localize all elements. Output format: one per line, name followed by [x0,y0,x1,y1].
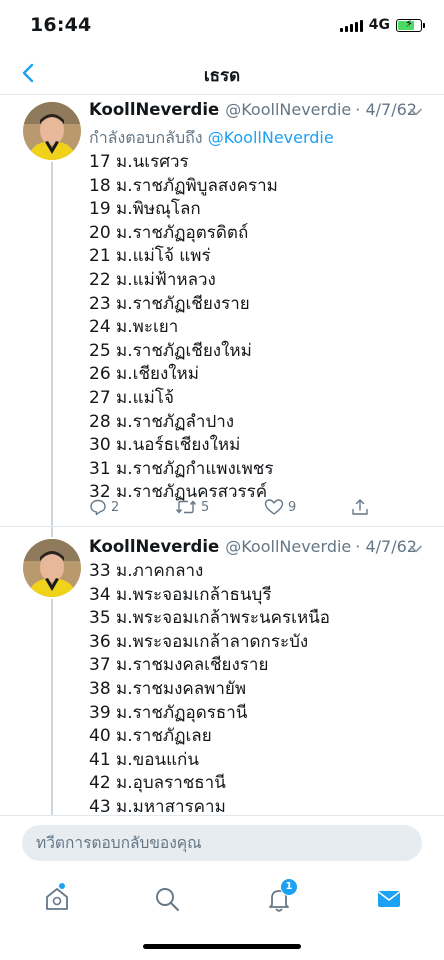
tweet-text-line: 37 ม.ราชมงคลเชียงราย [89,655,269,676]
reply-to-label: กำลังตอบกลับถึง [89,128,203,147]
display-name[interactable]: KoollNeverdie [89,537,219,556]
charging-bolt-icon: ⚡ [405,16,413,30]
reply-icon [90,499,106,516]
tweet-text-line: 26 ม.เชียงใหม่ [89,364,199,385]
tweet-text: 17 ม.นเรศวร 18 ม.ราชภัฏพิบูลสงคราม 19 ม.… [89,151,278,505]
tweet[interactable]: KoollNeverdie @KoollNeverdie · 4/7/62 33… [0,527,444,817]
home-icon [46,888,68,910]
tweet-text-line: 41 ม.ขอนแก่น [89,749,199,770]
retweet-button[interactable]: 5 [175,498,209,516]
display-name[interactable]: KoollNeverdie [89,100,219,119]
tweet-text-line: 30 ม.นอร์ธเชียงใหม่ [89,435,241,456]
like-button[interactable]: 9 [264,498,296,516]
chevron-down-icon[interactable] [408,104,424,120]
tweet[interactable]: KoollNeverdie @KoollNeverdie · 4/7/62 กำ… [0,94,444,526]
battery-icon: ⚡ [396,16,425,32]
tweet-text-line: 42 ม.อุบลราชธานี [89,773,226,794]
tweet-text-line: 39 ม.ราชภัฏอุดรธานี [89,702,248,723]
reply-button[interactable]: 2 [89,498,119,516]
tweet-text-line: 31 ม.ราชภัฏกำแพงเพชร [89,458,274,479]
tweet-text-line: 17 ม.นเรศวร [89,152,189,172]
tweet-header: KoollNeverdie @KoollNeverdie · 4/7/62 [89,537,417,556]
tweet-text-line: 18 ม.ราชภัฏพิบูลสงคราม [89,175,278,196]
thread-connector [51,162,53,526]
reply-context: กำลังตอบกลับถึง @KoollNeverdie [89,126,334,151]
avatar[interactable] [23,539,81,597]
tweet-text-line: 22 ม.แม่ฟ้าหลวง [89,269,216,290]
avatar[interactable] [23,102,81,160]
reply-count: 2 [111,499,120,515]
tab-messages[interactable] [374,884,404,914]
tweet-text-line: 21 ม.แม่โจ้ แพร่ [89,246,211,267]
tab-notifications[interactable]: 1 [264,878,298,914]
tweet-text-line: 19 ม.พิษณุโลก [89,199,201,220]
tab-search[interactable] [152,884,182,914]
reply-input[interactable] [22,825,422,861]
tweet-header: KoollNeverdie @KoollNeverdie · 4/7/62 [89,100,417,119]
tweet-text-line: 23 ม.ราชภัฏเชียงราย [89,293,250,314]
reply-compose-bar [0,815,444,868]
chevron-down-icon[interactable] [408,541,424,557]
page-title: เธรด [203,66,241,86]
status-time: 16:44 [30,14,92,36]
tweet-text-line: 36 ม.พระจอมเกล้าลาดกระบัง [89,631,309,652]
tweet-actions: 2 5 9 [89,498,379,518]
tweet-text-line: 35 ม.พระจอมเกล้าพระนครเหนือ [89,608,330,629]
tweet-text: 33 ม.ภาคกลาง 34 ม.พระจอมเกล้าธนบุรี 35 ม… [89,560,330,820]
tweet-text-line: 40 ม.ราชภัฏเลย [89,726,212,747]
like-count: 9 [288,499,297,515]
retweet-icon [175,500,197,514]
network-type: 4G [368,17,390,33]
status-bar: 16:44 4G ⚡ [0,0,444,54]
new-content-dot [59,883,65,889]
home-indicator [143,944,301,949]
search-icon [156,888,179,911]
user-handle[interactable]: @KoollNeverdie [225,537,351,556]
notification-badge: 1 [280,878,298,896]
tab-home[interactable] [42,883,72,914]
thread-connector [51,527,53,537]
thread-connector [51,599,53,815]
share-icon [352,499,368,515]
retweet-count: 5 [201,499,210,515]
reply-to-mention[interactable]: @KoollNeverdie [208,128,334,147]
tweet-text-line: 25 ม.ราชภัฏเชียงใหม่ [89,340,252,361]
tweet-text-line: 24 ม.พะเยา [89,317,179,338]
thread-header: เธรด [0,54,444,95]
mail-icon [378,891,400,907]
cellular-signal-icon [339,19,363,32]
tweet-text-line: 33 ม.ภาคกลาง [89,561,204,581]
tweet-text-line: 28 ม.ราชภัฏลำปาง [89,411,235,432]
tweet-text-line: 20 ม.ราชภัฏอุตรดิตถ์ [89,222,249,243]
tweet-text-line: 27 ม.แม่โจ้ [89,387,174,408]
user-handle[interactable]: @KoollNeverdie [225,100,351,119]
status-indicators: 4G ⚡ [339,16,425,33]
tweet-text-line: 34 ม.พระจอมเกล้าธนบุรี [89,584,272,605]
heart-icon [264,499,284,515]
share-button[interactable] [351,498,369,516]
tweet-text-line: 38 ม.ราชมงคลพายัพ [89,678,247,699]
